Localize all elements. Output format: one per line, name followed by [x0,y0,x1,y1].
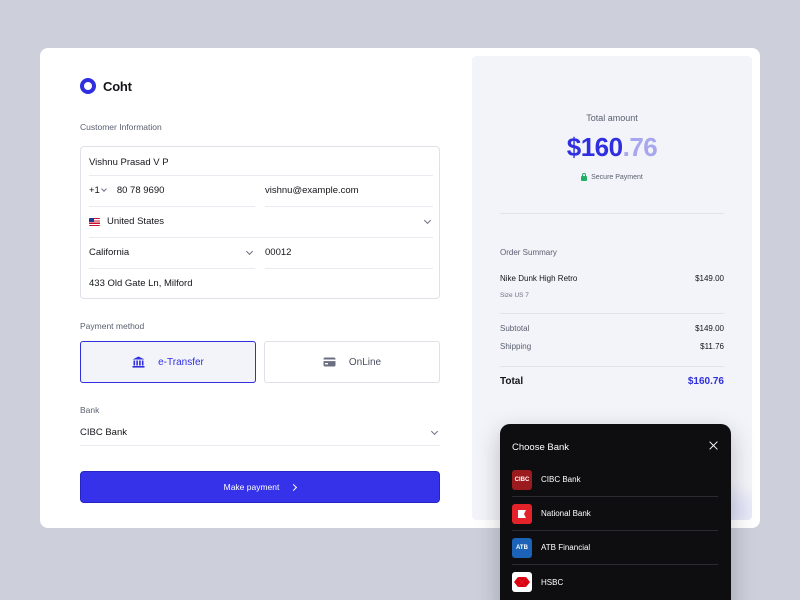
payment-option-label: OnLine [348,356,382,368]
item-name: Nike Dunk High Retro [500,274,578,283]
choose-bank-popup: Choose Bank CIBC CIBC Bank National Bank… [500,424,731,600]
item-price: $149.00 [695,274,724,283]
shipping-label: Shipping [500,342,532,351]
item-size: Size US 7 [500,292,529,299]
address-value: 433 Old Gate Ln, Milford [89,278,193,289]
popup-title: Choose Bank [512,442,570,453]
cibc-logo-icon: CIBC [512,469,532,490]
subtotal-label: Subtotal [500,324,530,333]
divider [500,366,724,367]
zip-field[interactable]: 00012 [265,237,433,268]
close-icon[interactable] [709,441,718,450]
email-field[interactable]: vishnu@example.com [265,175,433,206]
divider [500,213,724,214]
payment-option-label: e-Transfer [158,356,204,368]
phone-value: 80 78 9690 [116,185,165,196]
name-field[interactable]: Vishnu Prasad V P [89,147,433,178]
payment-method-label: Payment method [80,321,145,331]
card-icon [323,357,336,367]
name-value: Vishnu Prasad V P [89,157,169,168]
lock-icon [581,173,588,181]
phone-prefix-value: +1 [89,185,100,196]
bank-logo-text: ATB [516,544,528,551]
zip-value: 00012 [265,247,292,258]
bank-option-cibc[interactable]: CIBC CIBC Bank [512,463,718,497]
total-amount: $160.76 [472,132,752,163]
bank-label: Bank [80,405,100,415]
total-row-value: $160.76 [687,376,724,387]
state-value: California [89,247,130,258]
chevron-down-icon [430,427,439,435]
logo-ring-icon [80,78,96,94]
payment-option-online[interactable]: OnLine [264,341,440,383]
state-select[interactable]: California [89,237,255,268]
brand-logo: Coht [80,78,132,94]
total-amount-main: $160 [566,132,623,162]
bank-icon [132,356,145,368]
bank-option-label: ATB Financial [541,543,591,552]
divider [500,313,724,314]
bank-option-national[interactable]: National Bank [512,497,718,531]
bank-option-atb[interactable]: ATB ATB Financial [512,531,718,565]
flag-icon [518,509,526,518]
phone-field[interactable]: +1 80 78 9690 [89,175,255,206]
customer-info-form: Vishnu Prasad V P +1 80 78 9690 vishnu@e… [80,146,440,299]
us-flag-icon [89,217,100,226]
email-value: vishnu@example.com [265,185,359,196]
national-bank-logo-icon [512,503,532,524]
make-payment-label: Make payment [223,482,280,492]
atb-logo-icon: ATB [512,537,532,558]
secure-payment-badge: Secure Payment [472,173,752,181]
hexagon-icon [514,577,530,587]
bank-option-label: HSBC [541,577,564,587]
payment-option-etransfer[interactable]: e-Transfer [80,341,256,383]
country-select[interactable]: United States [89,206,433,237]
chevron-right-icon [290,483,298,491]
hsbc-logo-icon [512,572,532,592]
country-value: United States [107,216,165,227]
phone-prefix-select[interactable]: +1 [89,185,107,196]
secure-payment-label: Secure Payment [591,174,643,181]
bank-option-label: National Bank [541,509,591,518]
address-field[interactable]: 433 Old Gate Ln, Milford [89,268,433,299]
bank-select[interactable]: CIBC Bank [80,420,440,446]
bank-logo-text: CIBC [514,476,530,483]
bank-option-label: CIBC Bank [541,475,581,484]
subtotal-value: $149.00 [695,324,724,333]
bank-option-hsbc[interactable]: HSBC [512,565,718,599]
bank-select-value: CIBC Bank [80,427,127,438]
brand-name: Coht [103,78,132,94]
total-row-label: Total [500,376,524,387]
customer-info-label: Customer Information [80,122,162,132]
chevron-down-icon [101,186,107,192]
total-amount-label: Total amount [586,113,638,123]
chevron-down-icon [423,216,432,224]
make-payment-button[interactable]: Make payment [80,471,440,503]
order-summary-label: Order Summary [500,248,557,257]
shipping-value: $11.76 [700,342,724,351]
chevron-down-icon [245,247,254,255]
total-amount-cents: .76 [622,132,658,162]
country-display: United States [89,216,164,227]
